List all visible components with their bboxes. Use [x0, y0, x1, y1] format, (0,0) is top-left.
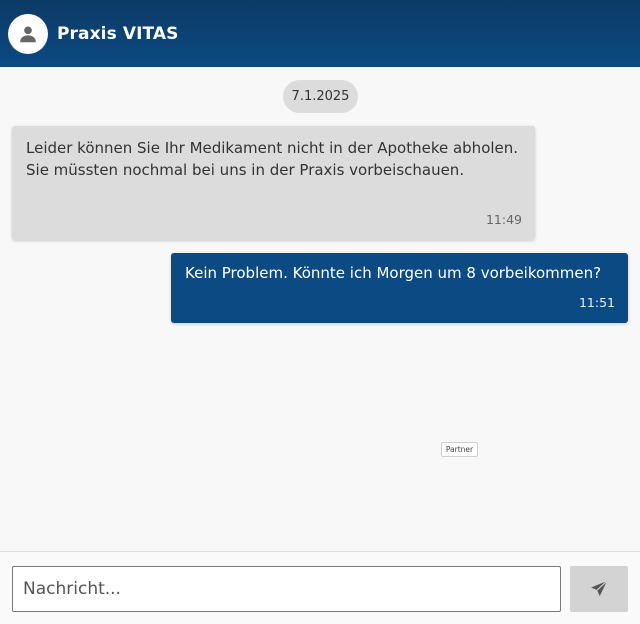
outgoing-message: Kein Problem. Könnte ich Morgen um 8 vor… — [171, 253, 628, 323]
message-list[interactable]: 7.1.2025 Leider können Sie Ihr Medikamen… — [0, 67, 640, 551]
partner-tag: Partner — [441, 442, 478, 457]
message-time: 11:49 — [485, 212, 522, 227]
send-button[interactable] — [570, 566, 628, 612]
date-separator: 7.1.2025 — [283, 80, 358, 113]
person-icon — [20, 25, 36, 42]
chat-app: Praxis VITAS 7.1.2025 Leider können Sie … — [0, 0, 640, 624]
message-input[interactable] — [12, 566, 561, 612]
send-icon — [591, 580, 608, 597]
message-composer — [0, 551, 640, 624]
chat-header: Praxis VITAS — [0, 0, 640, 67]
message-time: 11:51 — [578, 295, 615, 310]
message-text: Leider können Sie Ihr Medikament nicht i… — [26, 139, 519, 179]
avatar[interactable] — [8, 13, 48, 54]
chat-title: Praxis VITAS — [57, 23, 179, 44]
incoming-message: Leider können Sie Ihr Medikament nicht i… — [12, 126, 535, 240]
message-text: Kein Problem. Könnte ich Morgen um 8 vor… — [185, 264, 602, 282]
